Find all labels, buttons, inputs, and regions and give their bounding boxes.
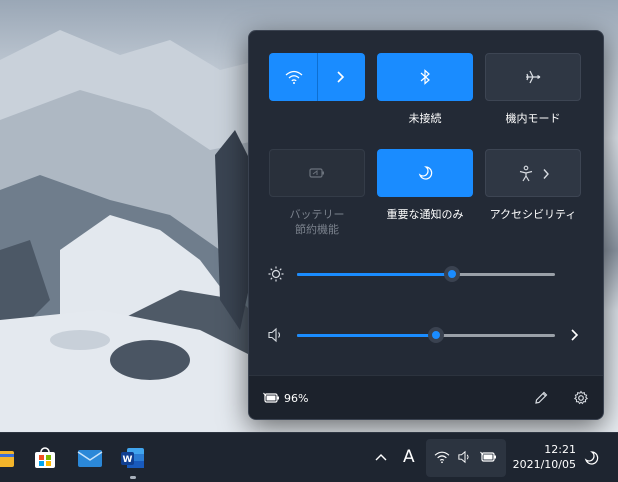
gear-icon[interactable]	[573, 390, 589, 406]
airplane-mode-label: 機内モード	[505, 112, 561, 125]
volume-fill	[297, 334, 437, 337]
accessibility-label: アクセシビリティ	[489, 208, 577, 221]
word-running-indicator	[130, 476, 136, 479]
accessibility-icon	[518, 165, 534, 183]
wifi-icon	[434, 450, 450, 464]
battery-percent: 96%	[284, 392, 309, 405]
wifi-icon	[285, 69, 303, 85]
battery-saver-label: バッテリー 節約機能	[267, 207, 367, 237]
battery-icon[interactable]	[263, 392, 281, 404]
clock-date: 2021/10/05	[512, 458, 576, 471]
airplane-mode-toggle[interactable]	[485, 53, 581, 101]
bluetooth-label: 未接続	[408, 112, 442, 125]
clock[interactable]: 12:21 2021/10/05	[510, 443, 576, 473]
audio-output-chevron-icon[interactable]	[569, 328, 579, 342]
quick-settings-footer: 96%	[249, 375, 603, 419]
store-icon[interactable]	[32, 445, 58, 471]
wifi-toggle[interactable]	[269, 53, 365, 101]
focus-assist-toggle[interactable]	[377, 149, 473, 197]
explorer-icon[interactable]	[0, 445, 16, 471]
network-volume-battery-tray[interactable]	[426, 439, 506, 477]
volume-track[interactable]	[297, 327, 555, 343]
moon-icon[interactable]	[583, 450, 599, 466]
brightness-thumb[interactable]	[443, 266, 460, 282]
volume-thumb[interactable]	[428, 327, 445, 343]
battery-saver-toggle[interactable]	[269, 149, 365, 197]
edit-pencil-icon[interactable]	[533, 390, 549, 406]
volume-slider[interactable]	[267, 323, 587, 347]
brightness-fill	[297, 273, 452, 276]
word-icon[interactable]: W	[120, 445, 146, 471]
battery-saver-label-line2: 節約機能	[295, 223, 339, 236]
bluetooth-toggle[interactable]	[377, 53, 473, 101]
focus-assist-label: 重要な通知のみ	[386, 208, 464, 221]
mail-icon[interactable]	[77, 445, 103, 471]
battery-saver-icon	[308, 167, 326, 179]
clock-time: 12:21	[544, 443, 576, 456]
accessibility-chevron-icon	[542, 168, 550, 180]
taskbar: W A 12:21 2021/10/05	[0, 432, 618, 482]
chevron-up-icon[interactable]	[374, 451, 388, 463]
speaker-icon[interactable]	[267, 327, 285, 343]
speaker-icon	[457, 450, 473, 464]
airplane-icon	[524, 69, 542, 85]
accessibility-toggle[interactable]	[485, 149, 581, 197]
battery-saver-label-line1: バッテリー	[289, 208, 345, 221]
brightness-slider[interactable]	[267, 262, 587, 286]
bluetooth-icon	[419, 69, 431, 85]
ime-indicator[interactable]: A	[403, 447, 415, 467]
battery-icon	[480, 451, 498, 463]
sun-icon	[267, 265, 285, 283]
svg-text:W: W	[123, 455, 133, 465]
quick-settings-panel: 未接続 機内モード バッテリー 節約機能 重要な通知のみ アクセシビリティ 96…	[248, 30, 604, 420]
moon-icon	[417, 165, 433, 181]
brightness-track[interactable]	[297, 266, 555, 282]
wifi-expand-chevron-icon[interactable]	[335, 70, 345, 84]
